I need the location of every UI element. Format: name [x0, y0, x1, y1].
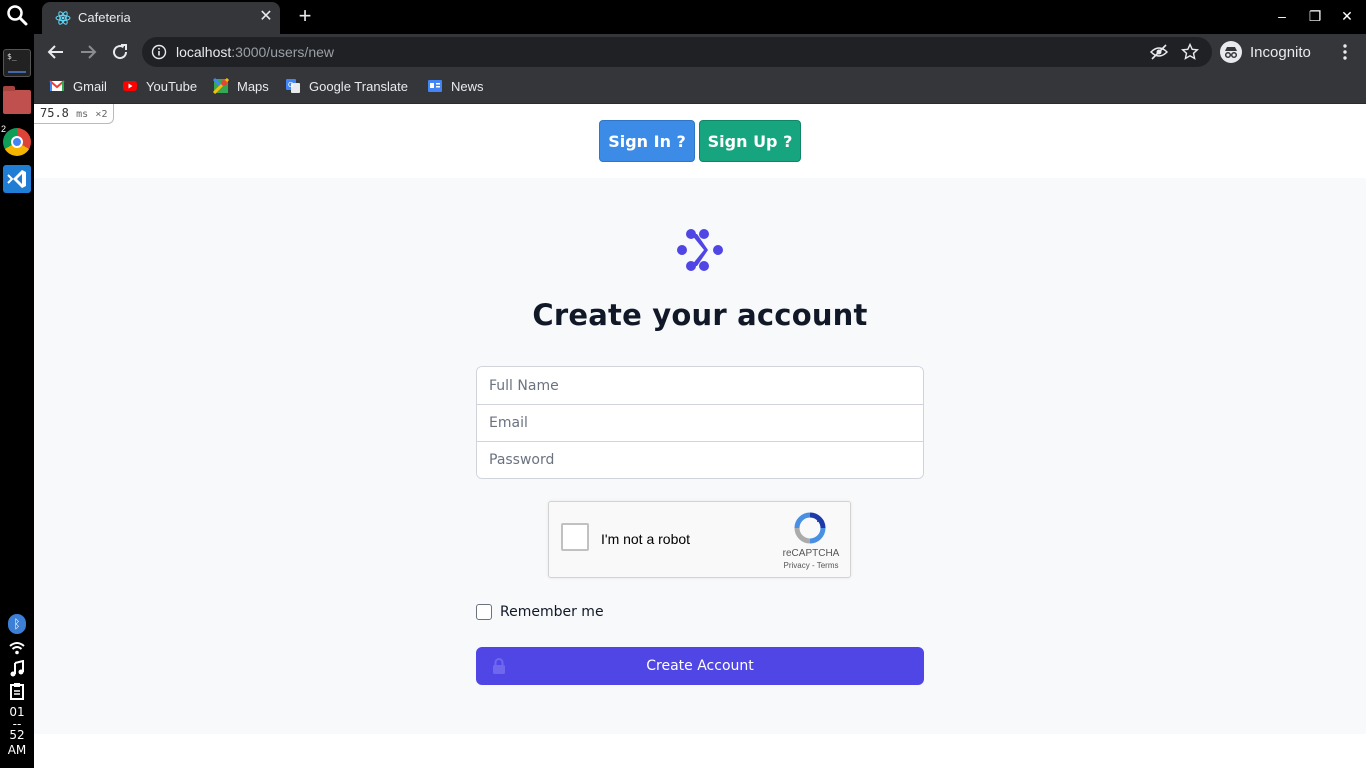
perf-value: 75.8 [40, 106, 69, 120]
news-icon [428, 80, 442, 92]
remember-me-label[interactable]: Remember me [500, 604, 604, 620]
incognito-label: Incognito [1250, 43, 1311, 61]
react-icon [55, 11, 71, 25]
search-icon[interactable] [6, 4, 28, 26]
page-viewport: 75.8 ms ×2 Sign In ? Sign Up ? Create yo… [34, 104, 1366, 768]
clock-separator: -- [12, 717, 22, 731]
password-input[interactable] [477, 441, 923, 478]
remember-me-row[interactable]: Remember me [476, 604, 604, 620]
create-account-label: Create Account [646, 658, 754, 674]
youtube-icon [123, 81, 137, 91]
perf-multiplier: ×2 [95, 109, 108, 120]
clock-minute: 52 [9, 728, 25, 742]
forward-icon[interactable] [76, 40, 100, 64]
credentials-fieldset [476, 366, 924, 479]
reload-icon[interactable] [108, 40, 132, 64]
svg-text:G: G [288, 82, 293, 89]
clock[interactable]: 01 -- 52 AM [0, 705, 34, 758]
create-account-button[interactable]: Create Account [476, 647, 924, 685]
close-tab-icon[interactable]: ✕ [258, 9, 274, 25]
email-input[interactable] [477, 404, 923, 441]
address-bar[interactable]: localhost:3000/users/new [142, 37, 1212, 67]
recaptcha-brand: reCAPTCHA [782, 548, 840, 559]
recaptcha-links[interactable]: Privacy - Terms [771, 561, 851, 570]
translate-icon: G [286, 79, 300, 93]
page-title: Create your account [532, 298, 868, 332]
gmail-icon [49, 80, 65, 91]
url-host: localhost [176, 44, 232, 60]
minimize-icon[interactable]: – [1273, 7, 1291, 25]
bookmark-label: Gmail [73, 78, 107, 94]
brand-logo-icon [677, 229, 723, 271]
vscode-glyph-icon [7, 170, 26, 188]
bookmark-maps[interactable]: Maps [213, 78, 269, 94]
incognito-indicator[interactable]: Incognito [1220, 39, 1311, 65]
perf-overlay: 75.8 ms ×2 [34, 104, 115, 124]
vscode-app-icon[interactable] [3, 165, 31, 193]
new-tab-button[interactable]: + [294, 5, 316, 28]
files-app-icon[interactable] [3, 86, 31, 114]
url-path: :3000/users/new [231, 44, 334, 60]
screen: $_ 2 ᛒ 01 -- 52 AM Cafeteria ✕ + – ❐ ✕ l… [0, 0, 1366, 768]
bookmark-youtube[interactable]: YouTube [122, 78, 197, 94]
bookmark-news[interactable]: News [427, 78, 484, 94]
recaptcha-widget: I'm not a robot reCAPTCHA Privacy - Term… [548, 501, 851, 578]
tab-cafeteria[interactable]: Cafeteria ✕ [42, 2, 280, 34]
sign-up-button[interactable]: Sign Up ? [699, 120, 801, 162]
os-dock: $_ 2 ᛒ 01 -- 52 AM [0, 0, 34, 768]
bookmark-label: News [451, 78, 484, 94]
maps-icon [213, 78, 229, 94]
bookmark-gmail[interactable]: Gmail [49, 78, 107, 94]
recaptcha-label: I'm not a robot [601, 531, 691, 547]
bookmark-label: Maps [237, 78, 269, 94]
tab-bar: Cafeteria ✕ + – ❐ ✕ [34, 0, 1366, 34]
sign-in-button[interactable]: Sign In ? [599, 120, 695, 162]
remember-me-checkbox[interactable] [476, 604, 492, 620]
tab-title: Cafeteria [78, 10, 131, 25]
recaptcha-logo-icon [794, 512, 826, 544]
bookmark-google-translate[interactable]: G Google Translate [285, 78, 408, 94]
restore-icon[interactable]: ❐ [1306, 7, 1324, 25]
eye-off-icon[interactable] [1150, 44, 1168, 60]
more-vert-icon[interactable] [1336, 43, 1354, 61]
bookmarks-bar: Gmail YouTube Maps G Google Translate Ne… [34, 70, 1366, 104]
perf-unit: ms [76, 109, 89, 120]
chrome-app-icon[interactable] [3, 128, 31, 156]
clock-ampm: AM [7, 743, 27, 757]
site-info-icon[interactable] [151, 44, 167, 60]
url-text: localhost:3000/users/new [176, 44, 334, 60]
auth-nav: Sign In ? Sign Up ? [599, 120, 801, 162]
music-icon[interactable] [8, 660, 26, 678]
wifi-icon[interactable] [8, 639, 26, 657]
terminal-glyph: $_ [7, 52, 17, 61]
bookmark-star-icon[interactable] [1181, 43, 1199, 61]
browser-toolbar: localhost:3000/users/new Incognito [34, 34, 1366, 70]
bookmark-label: YouTube [146, 78, 198, 94]
full-name-input[interactable] [477, 367, 923, 404]
clipboard-icon[interactable] [8, 682, 26, 700]
bookmark-label: Google Translate [309, 78, 409, 94]
back-icon[interactable] [44, 40, 68, 64]
terminal-app-icon[interactable]: $_ [3, 49, 31, 77]
incognito-icon [1220, 41, 1242, 63]
recaptcha-checkbox[interactable] [561, 523, 589, 551]
lock-icon [493, 658, 505, 674]
close-window-icon[interactable]: ✕ [1338, 7, 1356, 25]
bluetooth-icon[interactable]: ᛒ [8, 614, 26, 634]
